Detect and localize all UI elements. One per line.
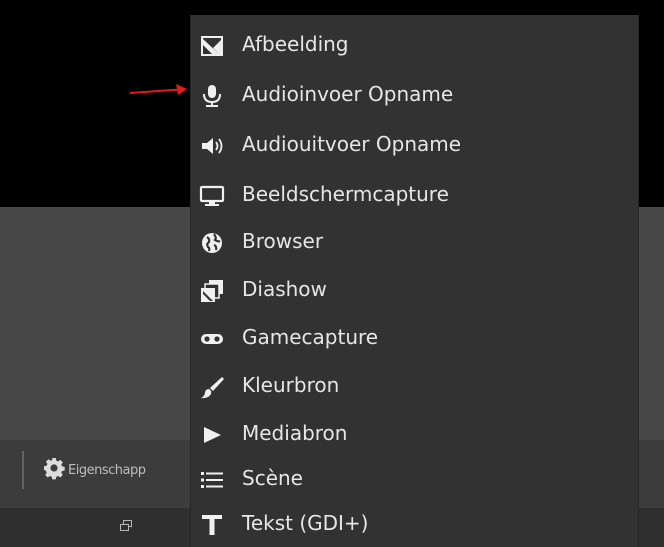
menu-item-label: Mediabron bbox=[242, 421, 348, 445]
menu-item-label: Browser bbox=[242, 229, 324, 253]
menu-item-browser[interactable]: Browser bbox=[191, 221, 638, 265]
properties-button[interactable]: Eigenschapp bbox=[42, 456, 146, 484]
paintbrush-icon bbox=[199, 374, 225, 400]
menu-item-beeldschermcapture[interactable]: Beeldschermcapture bbox=[191, 174, 638, 218]
image-icon bbox=[199, 33, 225, 59]
slideshow-icon bbox=[199, 278, 225, 304]
menu-item-label: Kleurbron bbox=[242, 373, 340, 397]
properties-label: Eigenschapp bbox=[68, 462, 146, 478]
text-icon bbox=[199, 512, 225, 538]
menu-item-label: Tekst (GDI+) bbox=[242, 511, 369, 535]
red-arrow-annotation bbox=[130, 84, 187, 95]
toolbar-divider bbox=[22, 451, 24, 489]
microphone-icon bbox=[199, 83, 225, 109]
float-panel-icon[interactable] bbox=[120, 520, 132, 532]
menu-item-audioinvoer-opname[interactable]: Audioinvoer Opname bbox=[191, 74, 638, 118]
menu-item-label: Beeldschermcapture bbox=[242, 182, 449, 206]
speaker-icon bbox=[199, 133, 225, 159]
menu-item-scene[interactable]: Scène bbox=[191, 458, 638, 502]
menu-item-kleurbron[interactable]: Kleurbron bbox=[191, 365, 638, 409]
menu-item-label: Scène bbox=[242, 466, 303, 490]
monitor-icon bbox=[199, 183, 225, 209]
gear-icon bbox=[42, 456, 68, 484]
menu-item-label: Audiouitvoer Opname bbox=[242, 132, 462, 156]
menu-item-diashow[interactable]: Diashow bbox=[191, 269, 638, 313]
menu-item-mediabron[interactable]: Mediabron bbox=[191, 413, 638, 457]
menu-item-label: Gamecapture bbox=[242, 325, 379, 349]
menu-item-afbeelding[interactable]: Afbeelding bbox=[191, 24, 638, 68]
play-icon bbox=[199, 422, 225, 448]
menu-item-label: Audioinvoer Opname bbox=[242, 82, 454, 106]
gamepad-icon bbox=[199, 326, 225, 352]
menu-item-tekst-gdi[interactable]: Tekst (GDI+) bbox=[191, 503, 638, 547]
menu-item-gamecapture[interactable]: Gamecapture bbox=[191, 317, 638, 361]
list-icon bbox=[199, 467, 225, 493]
menu-item-label: Diashow bbox=[242, 277, 327, 301]
add-source-menu: Afbeelding Audioinvoer Opname Audiouitvo… bbox=[190, 15, 639, 547]
globe-icon bbox=[199, 230, 225, 256]
menu-item-audiouitvoer-opname[interactable]: Audiouitvoer Opname bbox=[191, 124, 638, 168]
menu-item-label: Afbeelding bbox=[242, 32, 349, 56]
